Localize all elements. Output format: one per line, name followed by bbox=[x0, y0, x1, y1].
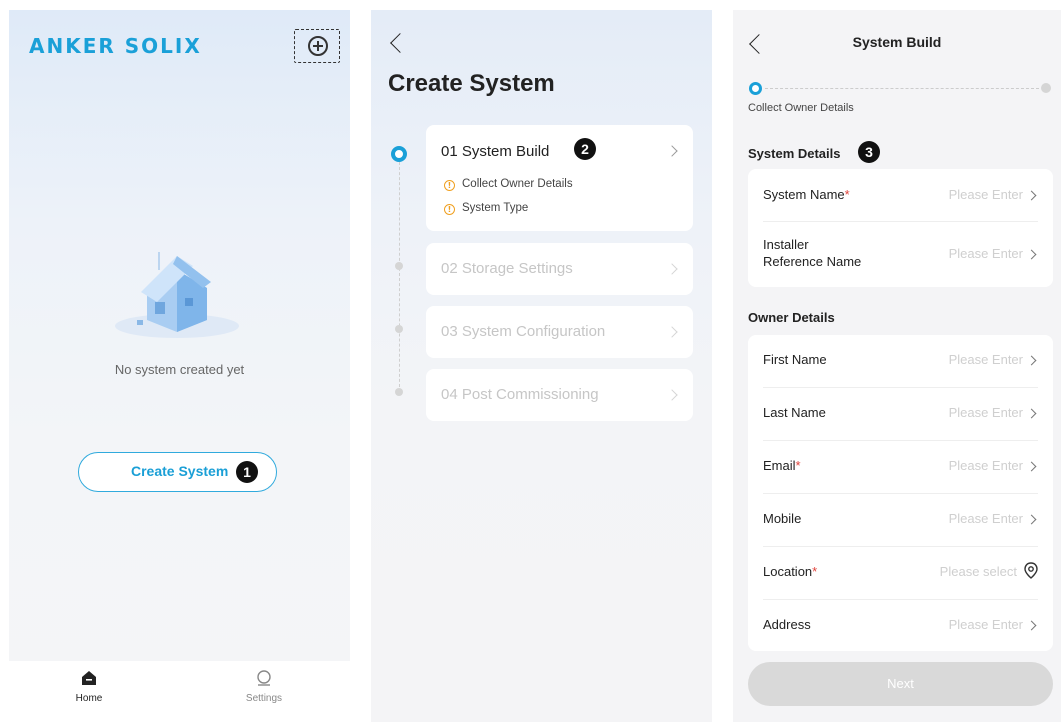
field-placeholder: Please Enter bbox=[948, 187, 1023, 202]
field-label: First Name bbox=[763, 352, 827, 367]
page-title: Create System bbox=[388, 70, 555, 97]
tab-settings-label: Settings bbox=[245, 693, 283, 704]
progress-dot-end bbox=[1041, 83, 1051, 93]
step-badge-2: 2 bbox=[574, 138, 596, 160]
chevron-right-icon bbox=[1026, 355, 1037, 366]
owner-details-card: First Name Please Enter Last Name Please… bbox=[748, 335, 1053, 651]
step-title: 04 Post Commissioning bbox=[441, 386, 599, 403]
step-indicator bbox=[395, 325, 403, 333]
field-last-name[interactable]: Last Name Please Enter bbox=[748, 388, 1053, 440]
progress-label: Collect Owner Details bbox=[748, 102, 854, 114]
system-details-card: System Name* Please Enter Installer Refer… bbox=[748, 169, 1053, 287]
step-title: 03 System Configuration bbox=[441, 323, 606, 340]
field-label: Location* bbox=[763, 564, 818, 579]
progress-line bbox=[765, 88, 1039, 89]
home-screen: ANKER SOLIX No system created yet Create… bbox=[9, 10, 350, 722]
tab-home[interactable]: Home bbox=[59, 669, 119, 704]
chevron-right-icon bbox=[666, 263, 678, 275]
empty-state-text: No system created yet bbox=[114, 362, 245, 377]
step-title: 02 Storage Settings bbox=[441, 260, 573, 277]
tab-settings[interactable]: Settings bbox=[234, 669, 294, 704]
field-mobile[interactable]: Mobile Please Enter bbox=[748, 494, 1053, 546]
step-indicator-active bbox=[391, 146, 407, 162]
step-indicator bbox=[395, 262, 403, 270]
step-card-storage-settings[interactable]: 02 Storage Settings bbox=[426, 243, 693, 295]
step-badge-3: 3 bbox=[858, 141, 880, 163]
field-placeholder: Please select bbox=[939, 564, 1017, 579]
system-build-screen: System Build Collect Owner Details Syste… bbox=[733, 10, 1061, 722]
warning-icon: ! bbox=[444, 204, 455, 215]
section-heading-system-details: System Details bbox=[748, 146, 841, 161]
warning-icon: ! bbox=[444, 180, 455, 191]
tab-home-label: Home bbox=[75, 693, 103, 704]
chevron-right-icon bbox=[666, 389, 678, 401]
step-card-system-build[interactable]: 01 System Build 2 ! Collect Owner Detail… bbox=[426, 125, 693, 231]
chevron-right-icon bbox=[1026, 514, 1037, 525]
house-illustration bbox=[115, 252, 239, 338]
page-title: System Build bbox=[852, 34, 942, 50]
field-address[interactable]: Address Please Enter bbox=[748, 600, 1053, 651]
subitem-collect-owner: Collect Owner Details bbox=[462, 178, 573, 190]
field-placeholder: Please Enter bbox=[948, 405, 1023, 420]
home-icon bbox=[82, 671, 96, 685]
section-heading-owner-details: Owner Details bbox=[748, 310, 835, 325]
field-label: System Name* bbox=[763, 187, 850, 202]
chevron-right-icon bbox=[666, 326, 678, 338]
step-badge-1: 1 bbox=[236, 461, 258, 483]
bottom-tab-bar: Home Settings bbox=[9, 661, 350, 722]
add-system-button[interactable] bbox=[294, 29, 340, 63]
step-card-system-configuration[interactable]: 03 System Configuration bbox=[426, 306, 693, 358]
subitem-system-type: System Type bbox=[462, 202, 529, 214]
field-label: Address bbox=[763, 617, 811, 632]
next-button[interactable]: Next bbox=[748, 662, 1053, 706]
field-placeholder: Please Enter bbox=[948, 617, 1023, 632]
create-system-label: Create System bbox=[131, 463, 229, 479]
chevron-right-icon bbox=[1026, 620, 1037, 631]
step-title: 01 System Build bbox=[441, 143, 550, 160]
field-first-name[interactable]: First Name Please Enter bbox=[748, 335, 1053, 387]
back-arrow-icon[interactable] bbox=[390, 33, 410, 53]
settings-icon bbox=[257, 670, 271, 686]
chevron-right-icon bbox=[666, 145, 678, 157]
field-label: Email* bbox=[763, 458, 801, 473]
step-indicator bbox=[395, 388, 403, 396]
create-system-screen: Create System 01 System Build 2 ! Collec… bbox=[371, 10, 712, 722]
field-label: Mobile bbox=[763, 511, 802, 526]
field-location[interactable]: Location* Please select bbox=[748, 547, 1053, 599]
field-installer-reference-name[interactable]: Installer Reference Name Please Enter bbox=[748, 222, 1053, 287]
anker-solix-logo: ANKER SOLIX bbox=[29, 34, 202, 58]
step-card-post-commissioning[interactable]: 04 Post Commissioning bbox=[426, 369, 693, 421]
field-label: Installer Reference Name bbox=[763, 237, 862, 269]
field-email[interactable]: Email* Please Enter bbox=[748, 441, 1053, 493]
chevron-right-icon bbox=[1026, 461, 1037, 472]
location-pin-icon[interactable] bbox=[1023, 562, 1039, 580]
field-system-name[interactable]: System Name* Please Enter bbox=[748, 169, 1053, 221]
add-circle-icon bbox=[308, 36, 328, 56]
chevron-right-icon bbox=[1026, 190, 1037, 201]
field-placeholder: Please Enter bbox=[948, 511, 1023, 526]
chevron-right-icon bbox=[1026, 408, 1037, 419]
field-placeholder: Please Enter bbox=[948, 352, 1023, 367]
step-connector-line bbox=[399, 162, 400, 392]
create-system-button[interactable]: Create System 1 bbox=[78, 452, 277, 492]
chevron-right-icon bbox=[1026, 249, 1037, 260]
progress-dot-active bbox=[749, 82, 762, 95]
field-placeholder: Please Enter bbox=[948, 246, 1023, 261]
field-label: Last Name bbox=[763, 405, 826, 420]
field-placeholder: Please Enter bbox=[948, 458, 1023, 473]
